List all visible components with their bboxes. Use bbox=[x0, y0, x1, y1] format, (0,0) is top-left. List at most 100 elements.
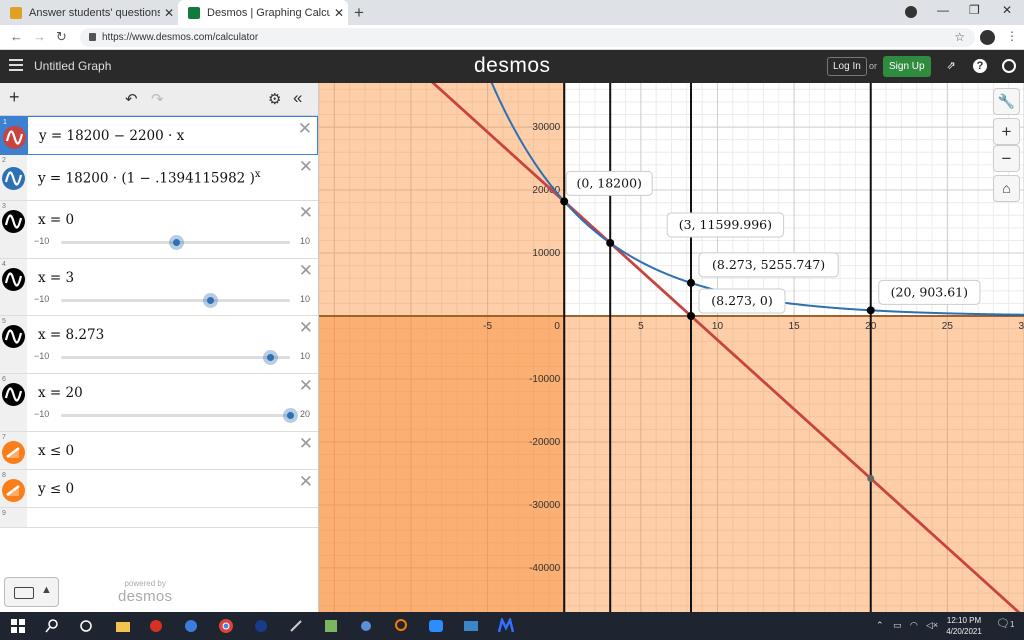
expression-latex[interactable]: x ≤ 0 bbox=[38, 443, 74, 459]
delete-expression-icon[interactable]: ✕ bbox=[298, 120, 312, 137]
notification-icon[interactable]: 🗨1 bbox=[996, 617, 1014, 630]
app-icon[interactable] bbox=[393, 618, 409, 634]
slider-thumb[interactable] bbox=[263, 350, 279, 365]
browser-tab-desmos[interactable]: Desmos | Graphing Calculator ✕ bbox=[178, 0, 348, 25]
tab-close-icon[interactable]: ✕ bbox=[330, 6, 348, 20]
expression-latex[interactable]: x = 8.273 bbox=[38, 327, 104, 343]
expression-row[interactable]: 4 x = 3 ✕ −10 10 bbox=[0, 259, 318, 316]
expression-latex[interactable]: x = 20 bbox=[38, 385, 83, 401]
slider-min[interactable]: −10 bbox=[34, 409, 49, 419]
chrome-icon[interactable] bbox=[218, 618, 234, 634]
login-button[interactable]: Log In bbox=[827, 57, 867, 76]
graph-wave-icon[interactable] bbox=[2, 268, 25, 291]
app-icon[interactable] bbox=[148, 618, 164, 634]
graph-title[interactable]: Untitled Graph bbox=[34, 59, 111, 73]
tab-close-icon[interactable]: ✕ bbox=[160, 6, 178, 20]
delete-expression-icon[interactable]: ✕ bbox=[299, 319, 313, 336]
redo-icon[interactable]: ↷ bbox=[151, 90, 164, 108]
graph-settings-wrench-icon[interactable]: 🔧 bbox=[993, 88, 1020, 115]
wifi-icon[interactable]: ◠ bbox=[910, 620, 918, 631]
profile-indicator-icon[interactable] bbox=[905, 6, 917, 18]
slider-thumb[interactable] bbox=[168, 235, 184, 250]
expression-latex[interactable]: y = 18200 · (1 − .1394115982 )x bbox=[38, 169, 260, 187]
app-icon[interactable] bbox=[497, 616, 515, 634]
expression-row[interactable]: 9 bbox=[0, 508, 318, 528]
app-icon[interactable] bbox=[323, 618, 339, 634]
expression-latex[interactable]: y = 18200 − 2200 · x bbox=[39, 128, 184, 144]
browser-menu-icon[interactable]: ⋮ bbox=[1006, 29, 1018, 43]
expression-slider[interactable]: −10 20 bbox=[34, 408, 314, 423]
window-close-icon[interactable]: ✕ bbox=[1002, 3, 1012, 17]
language-globe-icon[interactable] bbox=[1002, 59, 1016, 73]
delete-expression-icon[interactable]: ✕ bbox=[299, 158, 313, 175]
slider-max[interactable]: 10 bbox=[300, 351, 310, 361]
windows-start-icon[interactable] bbox=[10, 618, 26, 634]
delete-expression-icon[interactable]: ✕ bbox=[299, 204, 313, 221]
slider-min[interactable]: −10 bbox=[34, 351, 49, 361]
slider-min[interactable]: −10 bbox=[34, 294, 49, 304]
expression-row[interactable]: 2 y = 18200 · (1 − .1394115982 )x ✕ bbox=[0, 155, 318, 201]
volume-icon[interactable]: ◁× bbox=[926, 620, 938, 631]
hamburger-menu-icon[interactable] bbox=[9, 59, 23, 71]
delete-expression-icon[interactable]: ✕ bbox=[299, 262, 313, 279]
expression-row[interactable]: 8 y ≤ 0 ✕ bbox=[0, 470, 318, 508]
slider-track[interactable] bbox=[61, 414, 290, 417]
taskbar-clock[interactable]: 12:10 PM 4/20/2021 bbox=[940, 615, 988, 637]
bookmark-star-icon[interactable]: ☆ bbox=[954, 28, 965, 47]
slider-track[interactable] bbox=[61, 299, 290, 302]
restore-icon[interactable]: ❐ bbox=[969, 3, 980, 17]
graph-wave-icon[interactable] bbox=[2, 383, 25, 406]
default-view-home-icon[interactable]: ⌂ bbox=[993, 175, 1020, 202]
keyboard-toggle-button[interactable]: ▲ bbox=[4, 577, 59, 607]
delete-expression-icon[interactable]: ✕ bbox=[299, 377, 313, 394]
expression-row[interactable]: 5 x = 8.273 ✕ −10 10 bbox=[0, 316, 318, 374]
app-icon[interactable] bbox=[253, 618, 269, 634]
expression-row[interactable]: 6 x = 20 ✕ −10 20 bbox=[0, 374, 318, 432]
slider-min[interactable]: −10 bbox=[34, 236, 49, 246]
account-avatar-icon[interactable] bbox=[980, 30, 995, 45]
settings-gear-icon[interactable]: ⚙ bbox=[268, 90, 281, 108]
expression-row[interactable]: 1 y = 18200 − 2200 · x ✕ bbox=[0, 116, 318, 155]
slider-max[interactable]: 20 bbox=[300, 409, 310, 419]
delete-expression-icon[interactable]: ✕ bbox=[299, 473, 313, 490]
graph-wave-icon[interactable] bbox=[2, 210, 25, 233]
undo-icon[interactable]: ↶ bbox=[125, 90, 138, 108]
expression-slider[interactable]: −10 10 bbox=[34, 235, 314, 250]
zoom-in-icon[interactable]: + bbox=[993, 118, 1020, 145]
app-icon[interactable] bbox=[358, 618, 374, 634]
app-icon[interactable] bbox=[183, 618, 199, 634]
expression-slider[interactable]: −10 10 bbox=[34, 350, 314, 365]
help-icon[interactable]: ? bbox=[973, 59, 987, 73]
reload-icon[interactable]: ↻ bbox=[56, 29, 67, 45]
slider-max[interactable]: 10 bbox=[300, 294, 310, 304]
graph-canvas[interactable]: -5051015202530300002000010000-10000-2000… bbox=[319, 83, 1024, 612]
search-icon[interactable] bbox=[44, 618, 60, 634]
inequality-shade-icon[interactable] bbox=[2, 441, 25, 464]
slider-thumb[interactable] bbox=[283, 408, 298, 423]
add-expression-icon[interactable]: + bbox=[9, 87, 20, 108]
slider-track[interactable] bbox=[61, 356, 290, 359]
forward-arrow-icon[interactable]: → bbox=[33, 29, 46, 44]
url-field[interactable]: https://www.desmos.com/calculator ☆ bbox=[80, 28, 975, 47]
browser-tab-answer-questions[interactable]: Answer students' questions and ✕ bbox=[0, 0, 178, 25]
expression-row[interactable]: 3 x = 0 ✕ −10 10 bbox=[0, 201, 318, 259]
file-explorer-icon[interactable] bbox=[115, 618, 131, 634]
minimize-icon[interactable]: — bbox=[937, 3, 949, 17]
expression-latex[interactable]: x = 0 bbox=[38, 212, 74, 228]
graph-wave-icon[interactable] bbox=[2, 167, 25, 190]
new-tab-icon[interactable]: + bbox=[354, 3, 364, 23]
app-icon[interactable] bbox=[288, 618, 304, 634]
graph-wave-icon[interactable] bbox=[2, 325, 25, 348]
task-view-icon[interactable] bbox=[78, 618, 94, 634]
back-arrow-icon[interactable]: ← bbox=[10, 29, 23, 44]
slider-max[interactable]: 10 bbox=[300, 236, 310, 246]
share-icon[interactable]: ⇗ bbox=[944, 59, 958, 73]
graph-paper[interactable]: -5051015202530300002000010000-10000-2000… bbox=[319, 83, 1024, 612]
collapse-panel-icon[interactable]: « bbox=[293, 88, 302, 108]
zoom-out-icon[interactable]: − bbox=[993, 145, 1020, 172]
zoom-app-icon[interactable] bbox=[428, 618, 444, 634]
expression-row[interactable]: 7 x ≤ 0 ✕ bbox=[0, 432, 318, 470]
expression-latex[interactable]: x = 3 bbox=[38, 270, 74, 286]
battery-icon[interactable]: ▭ bbox=[893, 620, 902, 631]
signup-button[interactable]: Sign Up bbox=[883, 56, 931, 77]
